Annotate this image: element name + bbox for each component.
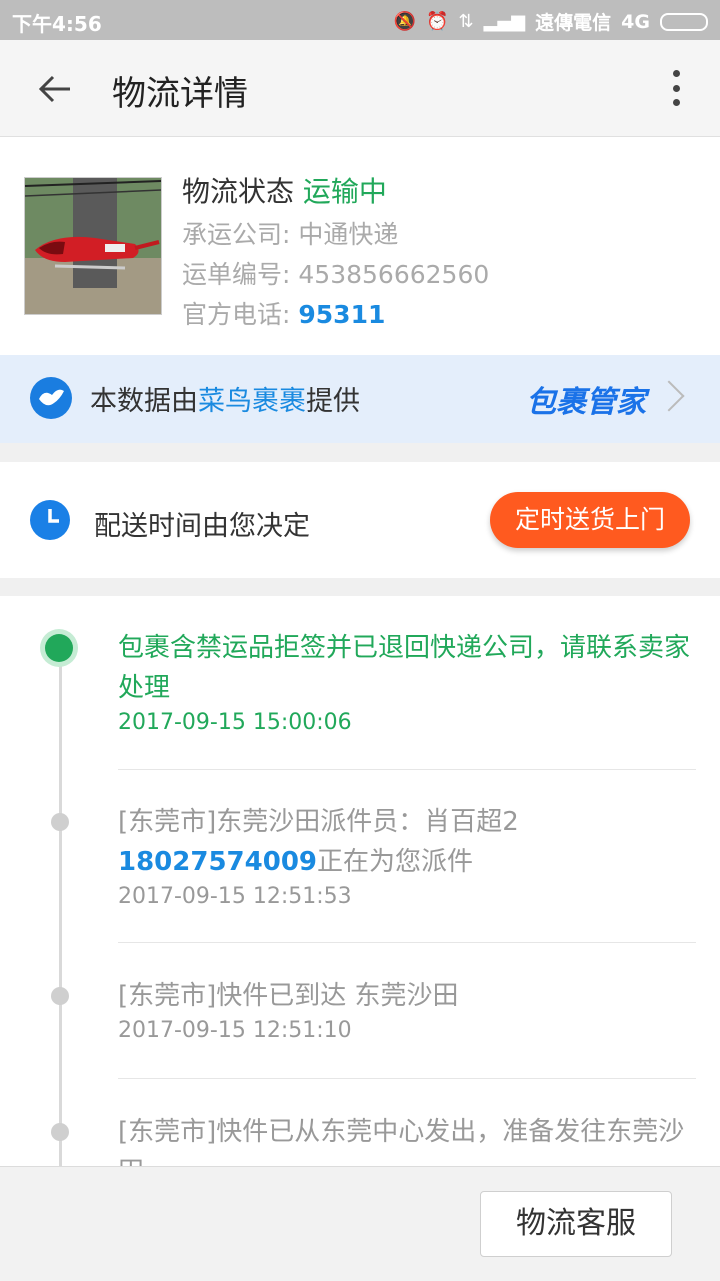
timeline-event-time: 2017-09-15 12:51:53 <box>118 884 352 909</box>
courier-phone-link[interactable]: 18027574009 <box>118 847 317 877</box>
tracking-label: 运单编号: <box>182 260 291 289</box>
scheduled-delivery-button[interactable]: 定时送货上门 <box>490 492 690 548</box>
more-dot-icon <box>672 70 680 77</box>
cainiao-link[interactable]: 菜鸟裹裹 <box>198 386 306 417</box>
timeline-event-text: [东莞市]快件已到达 东莞沙田 <box>118 981 459 1011</box>
timeline-divider <box>118 1078 696 1079</box>
timeline-line <box>59 646 62 1166</box>
carrier-value: 中通快递 <box>298 220 399 249</box>
data-source-text: 本数据由菜鸟裹裹提供 <box>90 379 360 418</box>
phone-row: 官方电话: 95311 <box>182 295 489 335</box>
timeline-active-dot-icon <box>45 634 73 662</box>
app-bar: 物流详情 <box>0 40 720 137</box>
data-transfer-icon: ⇅ <box>458 10 474 32</box>
more-options-button[interactable] <box>656 66 696 110</box>
logistics-status-row: 物流状态 运输中 <box>182 173 489 211</box>
package-manager-logo: 包裹管家 <box>526 385 646 420</box>
timeline-event-text: 包裹含禁运品拒签并已退回快递公司，请联系卖家处理 <box>118 633 691 703</box>
tracking-timeline: 包裹含禁运品拒签并已退回快递公司，请联系卖家处理 2017-09-15 15:0… <box>0 596 720 1166</box>
shipment-card: 物流状态 运输中 承运公司: 中通快递 运单编号: 453856662560 官… <box>0 137 720 355</box>
status-time: 下午4:56 <box>12 12 102 36</box>
chevron-right-icon <box>653 380 685 412</box>
official-phone-link[interactable]: 95311 <box>298 300 385 329</box>
tracking-number[interactable]: 453856662560 <box>298 260 489 289</box>
timeline-dot-icon <box>51 1123 69 1141</box>
alarm-icon: ⏰ <box>426 10 449 32</box>
data-source-suffix: 提供 <box>306 386 360 417</box>
timeline-item: 包裹含禁运品拒签并已退回快递公司，请联系卖家处理 2017-09-15 15:0… <box>45 628 696 735</box>
battery-icon <box>660 12 708 31</box>
mute-icon: 🔕 <box>393 10 417 32</box>
delivery-time-section: 配送时间由您决定 定时送货上门 <box>0 462 720 578</box>
more-dot-icon <box>672 84 680 92</box>
network-type: 4G <box>621 10 650 33</box>
timeline-event-text-prefix: [东莞市]东莞沙田派件员：肖百超2 <box>118 807 519 837</box>
timeline-divider <box>118 942 696 943</box>
delivery-time-label: 配送时间由您决定 <box>94 511 310 542</box>
timeline-divider <box>118 769 696 770</box>
status-icons: 🔕 ⏰ ⇅ ▂▄▆ 遠傳電信 4G <box>394 8 708 35</box>
data-source-prefix: 本数据由 <box>90 386 198 417</box>
shipment-info: 物流状态 运输中 承运公司: 中通快递 运单编号: 453856662560 官… <box>182 173 489 335</box>
status-bar: 下午4:56 🔕 ⏰ ⇅ ▂▄▆ 遠傳電信 4G <box>0 0 720 40</box>
timeline-event-text: [东莞市]东莞沙田派件员：肖百超2 18027574009正在为您派件 <box>118 802 696 882</box>
signal-icon: ▂▄▆ <box>483 10 526 32</box>
phone-label: 官方电话: <box>182 300 291 329</box>
timeline-event-time: 2017-09-15 12:51:10 <box>118 1018 352 1043</box>
tracking-row: 运单编号: 453856662560 <box>182 255 489 295</box>
cainiao-banner[interactable]: 本数据由菜鸟裹裹提供 包裹管家 <box>0 355 720 443</box>
timeline-dot-icon <box>51 987 69 1005</box>
bottom-bar: 物流客服 <box>0 1166 720 1281</box>
more-dot-icon <box>672 99 680 106</box>
timeline-event-text: [东莞市]快件已从东莞中心发出，准备发往东莞沙田 <box>118 1117 685 1166</box>
timeline-item: [东莞市]快件已从东莞中心发出，准备发往东莞沙田 <box>51 1112 696 1166</box>
clock-icon <box>30 500 70 540</box>
status-label: 物流状态 <box>182 175 295 208</box>
product-thumbnail[interactable] <box>24 177 162 315</box>
page-title: 物流详情 <box>112 74 248 114</box>
carrier-row: 承运公司: 中通快递 <box>182 215 489 255</box>
back-button[interactable] <box>28 62 82 116</box>
timeline-item: [东莞市]快件已到达 东莞沙田 2017-09-15 12:51:10 <box>51 976 696 1043</box>
back-arrow-icon <box>38 75 70 103</box>
helicopter-image <box>25 178 161 314</box>
timeline-dot-icon <box>51 813 69 831</box>
carrier-name: 遠傳電信 <box>535 12 612 34</box>
timeline-event-time: 2017-09-15 15:00:06 <box>118 710 352 735</box>
timeline-item: [东莞市]东莞沙田派件员：肖百超2 18027574009正在为您派件 2017-… <box>51 802 696 909</box>
status-value: 运输中 <box>302 175 387 208</box>
timeline-event-text-suffix: 正在为您派件 <box>317 847 474 877</box>
logistics-service-button[interactable]: 物流客服 <box>480 1191 672 1257</box>
carrier-label: 承运公司: <box>182 220 291 249</box>
cainiao-bird-icon <box>30 377 72 419</box>
